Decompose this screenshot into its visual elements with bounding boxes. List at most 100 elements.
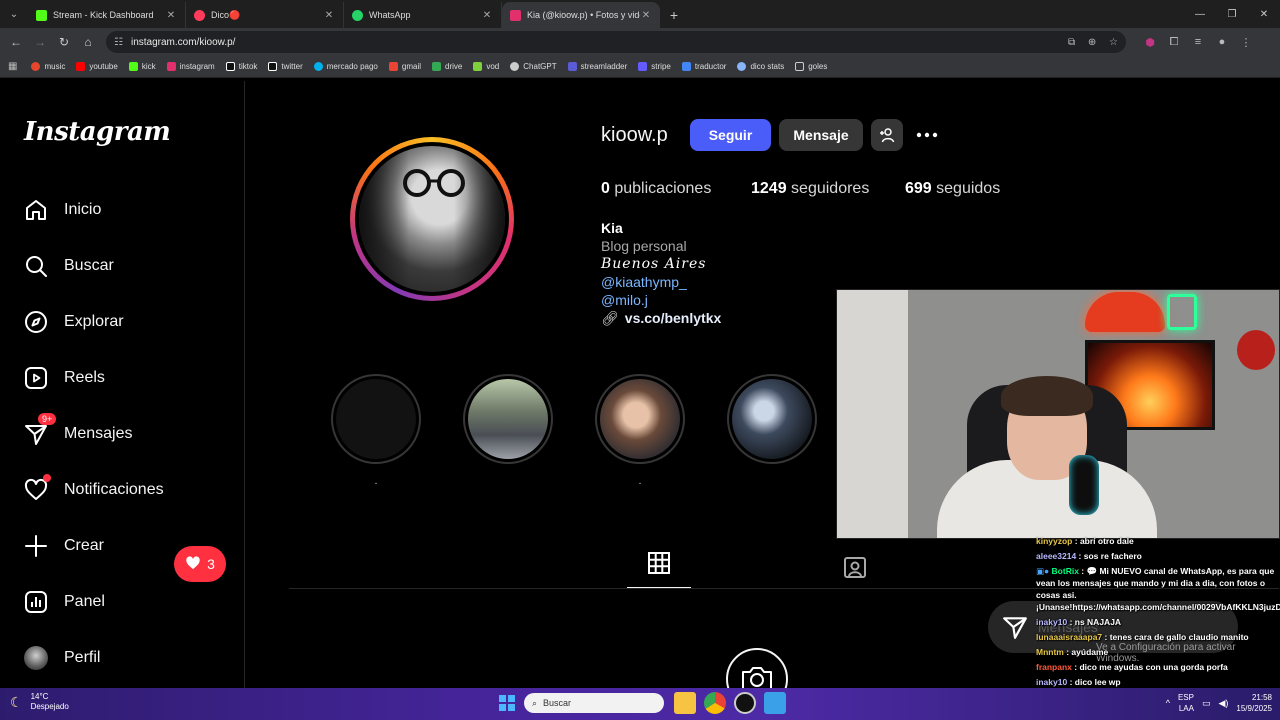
story-highlight[interactable] — [727, 374, 817, 464]
grid-icon — [648, 552, 670, 574]
back-icon[interactable]: ← — [4, 30, 28, 54]
story-highlight[interactable] — [331, 374, 421, 464]
more-options-button[interactable] — [914, 122, 940, 148]
highlight-label: . — [638, 476, 642, 487]
chevron-up-icon[interactable]: ^ — [1166, 698, 1170, 708]
browser-tab-active[interactable]: Kia (@kioow.p) • Fotos y videos ✕ — [502, 2, 660, 28]
profile-icon[interactable]: ● — [1210, 36, 1234, 48]
install-app-icon[interactable]: ⧉ — [1068, 37, 1075, 48]
bookmark-drive[interactable]: drive — [432, 62, 462, 71]
bookmark-label: gmail — [401, 62, 422, 71]
windows-start-icon[interactable] — [496, 692, 518, 714]
drive-icon — [432, 62, 442, 71]
network-icon[interactable]: ▭ — [1202, 698, 1211, 709]
nav-home[interactable]: Inicio — [24, 198, 101, 222]
bookmark-star-icon[interactable]: ☆ — [1109, 37, 1118, 48]
nav-profile[interactable]: Perfil — [24, 646, 100, 670]
bookmark-chatgpt[interactable]: ChatGPT — [510, 62, 557, 71]
follow-button[interactable]: Seguir — [690, 119, 771, 151]
url-input[interactable]: ☷ instagram.com/kioow.p/ ⧉ ⊕ ☆ — [106, 31, 1126, 53]
browser-tab[interactable]: Dico🔴 ✕ — [186, 2, 344, 28]
neon-k-sign — [1167, 294, 1197, 330]
bookmark-traductor[interactable]: traductor — [681, 62, 727, 71]
bookmark-label: traductor — [694, 62, 727, 71]
volume-icon[interactable]: ◀) — [1218, 698, 1228, 709]
stat-following[interactable]: 699 seguidos — [905, 180, 1000, 198]
chat-text: ayúdame — [1071, 647, 1109, 657]
profile-avatar-story-ring[interactable] — [350, 137, 514, 301]
nav-create[interactable]: Crear — [24, 534, 104, 558]
stat-followers[interactable]: 1249 seguidores — [751, 180, 869, 198]
zoom-icon[interactable]: ⊕ — [1088, 37, 1096, 48]
message-button[interactable]: Mensaje — [779, 119, 863, 151]
story-highlight[interactable] — [595, 374, 685, 464]
chat-user: kinyyzop — [1036, 536, 1073, 546]
lang-code: ESP — [1177, 693, 1194, 702]
site-info-icon[interactable]: ☷ — [114, 37, 123, 48]
chrome-icon[interactable] — [704, 692, 726, 714]
nav-messages[interactable]: 9+ Mensajes — [24, 413, 132, 446]
reload-icon[interactable]: ↻ — [52, 30, 76, 54]
extensions-puzzle-icon[interactable]: ⧠ — [1162, 36, 1186, 49]
bookmark-mercado-pago[interactable]: mercado pago — [313, 62, 378, 71]
close-tab-icon[interactable]: ✕ — [165, 10, 177, 21]
bookmark-kick[interactable]: kick — [128, 62, 156, 71]
minimize-icon[interactable]: — — [1184, 0, 1216, 28]
tab-search-button[interactable]: ⌄ — [0, 0, 28, 28]
bookmark-streamladder[interactable]: streamladder — [567, 62, 627, 71]
notifications-popup-pill[interactable]: 3 — [174, 546, 226, 582]
nav-notifications[interactable]: Notificaciones — [24, 474, 164, 502]
search-icon: ⌕ — [532, 697, 538, 708]
home-icon[interactable]: ⌂ — [76, 30, 100, 54]
browser-tab[interactable]: Stream - Kick Dashboard ✕ — [28, 2, 186, 28]
extension-icon[interactable]: ⬢ — [1138, 36, 1162, 49]
instagram-logo[interactable]: Instagram — [24, 117, 171, 147]
bookmark-vod[interactable]: vod — [473, 62, 499, 71]
clock-date: 15/9/2025 — [1236, 704, 1272, 713]
nav-search[interactable]: Buscar — [24, 254, 114, 278]
nav-reels[interactable]: Reels — [24, 366, 105, 390]
forward-icon[interactable]: → — [28, 30, 52, 54]
bookmark-tiktok[interactable]: tiktok — [225, 62, 257, 71]
close-tab-icon[interactable]: ✕ — [640, 10, 652, 21]
media-control-icon[interactable]: ≡ — [1186, 36, 1210, 48]
bio-mention-link[interactable]: @milo.j — [601, 292, 648, 308]
nav-panel[interactable]: Panel — [24, 590, 105, 614]
following-count: 699 — [905, 180, 932, 197]
menu-kebab-icon[interactable]: ⋮ — [1234, 36, 1258, 49]
bookmark-label: drive — [445, 62, 463, 71]
taskbar-search-input[interactable]: ⌕ Buscar — [524, 693, 664, 713]
bookmark-instagram[interactable]: instagram — [166, 62, 215, 71]
notepad-icon[interactable] — [764, 692, 786, 714]
chat-message: inaky10 : dico lee wp — [1036, 677, 1121, 687]
bookmark-music[interactable]: music — [31, 62, 65, 71]
story-highlight[interactable] — [463, 374, 553, 464]
restore-icon[interactable]: ❐ — [1216, 0, 1248, 28]
tab-tagged[interactable] — [843, 555, 867, 584]
nav-label: Buscar — [64, 257, 114, 274]
file-explorer-icon[interactable] — [674, 692, 696, 714]
bookmark-dico-stats[interactable]: dico stats — [737, 62, 784, 71]
obs-icon[interactable] — [734, 692, 756, 714]
new-tab-button[interactable]: + — [660, 2, 688, 28]
similar-accounts-button[interactable] — [871, 119, 903, 151]
bio-mention-link[interactable]: @kiaathymp_ — [601, 274, 687, 290]
bookmark-twitter[interactable]: twitter — [268, 62, 303, 71]
browser-tab[interactable]: WhatsApp ✕ — [344, 2, 502, 28]
bookmark-stripe[interactable]: stripe — [638, 62, 671, 71]
weather-widget[interactable]: ☾ 14°C Despejado — [10, 692, 69, 712]
close-tab-icon[interactable]: ✕ — [323, 10, 335, 21]
close-window-icon[interactable]: ✕ — [1248, 0, 1280, 28]
chat-user: inaky10 — [1036, 617, 1068, 627]
language-indicator[interactable]: ESP LAA — [1178, 692, 1194, 714]
bookmark-youtube[interactable]: youtube — [76, 62, 118, 71]
close-tab-icon[interactable]: ✕ — [481, 10, 493, 21]
nav-explore[interactable]: Explorar — [24, 310, 124, 334]
bookmark-gmail[interactable]: gmail — [388, 62, 422, 71]
apps-grid-icon[interactable]: ▦ — [8, 61, 17, 72]
tab-posts-grid[interactable] — [627, 552, 691, 588]
window-controls: — ❐ ✕ — [1184, 0, 1280, 28]
clock[interactable]: 21:58 15/9/2025 — [1236, 692, 1272, 714]
bio-website-link[interactable]: 🔗︎ vs.co/benlytkx — [601, 310, 721, 327]
bookmark-goles[interactable]: goles — [795, 62, 827, 71]
